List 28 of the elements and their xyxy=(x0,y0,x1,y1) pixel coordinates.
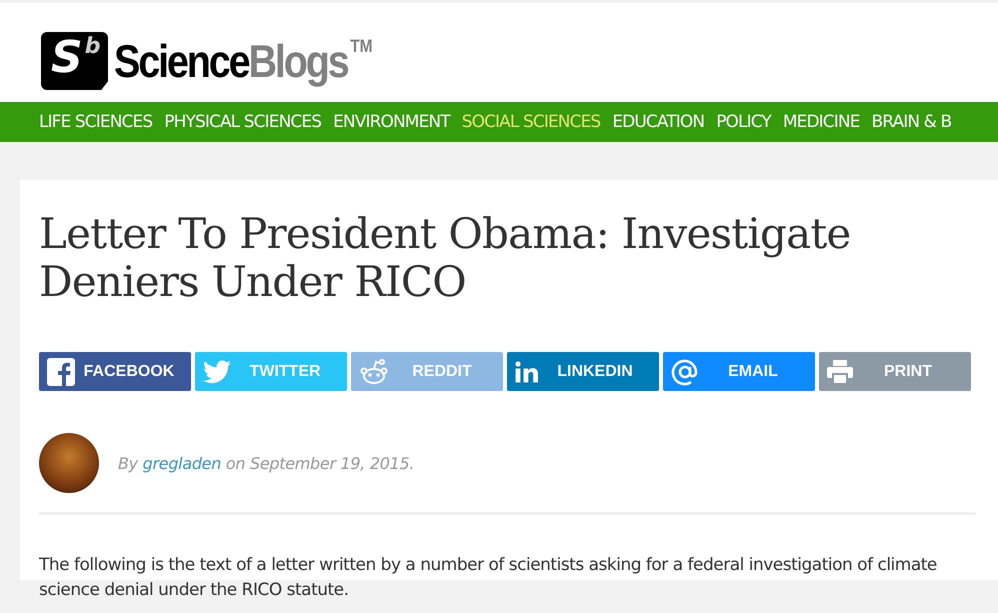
nav-link[interactable]: MEDICINE xyxy=(782,112,860,132)
article-title: Letter To President Obama: Investigate Deniers Under RICO xyxy=(39,210,852,306)
nav-link[interactable]: POLICY xyxy=(716,112,771,132)
at-sign-icon xyxy=(671,358,699,386)
nav-link[interactable]: SOCIAL SCIENCES xyxy=(462,112,600,132)
article-paragraph: The following is the text of a letter written by a number of scientists asking for a federal investigation of climate science denial under the RICO statute. xyxy=(39,554,938,602)
alien-icon xyxy=(359,358,389,384)
trademark-sign: TM xyxy=(350,35,373,58)
share-button[interactable]: EMAIL xyxy=(663,352,815,391)
share-button[interactable]: TWITTER xyxy=(195,352,347,391)
bird-icon xyxy=(203,360,231,384)
share-button[interactable]: PRINT xyxy=(819,352,971,391)
nav-link[interactable]: ENVIRONMENT xyxy=(333,112,450,132)
printer-icon xyxy=(827,360,853,384)
share-button[interactable]: FACEBOOK xyxy=(39,352,191,391)
author-link[interactable]: gregladen xyxy=(142,454,222,472)
nav-link[interactable]: EDUCATION xyxy=(612,112,704,132)
share-button[interactable]: LINKEDIN xyxy=(507,352,659,391)
facebook-icon xyxy=(47,358,75,386)
nav-link[interactable]: PHYSICAL SCIENCES xyxy=(164,112,322,132)
logo-wordmark-blogs: Blogs xyxy=(248,34,348,89)
linkedin-icon xyxy=(515,360,539,382)
byline: By gregladen on September 19, 2015. xyxy=(118,454,414,472)
nav-link[interactable]: BRAIN & B xyxy=(872,112,952,132)
nav-link[interactable]: LIFE SCIENCES xyxy=(39,112,152,132)
logo-wordmark-science: Science xyxy=(114,34,248,89)
share-button[interactable]: REDDIT xyxy=(351,352,503,391)
logo-mark: S$^{b}$ xyxy=(41,32,108,90)
